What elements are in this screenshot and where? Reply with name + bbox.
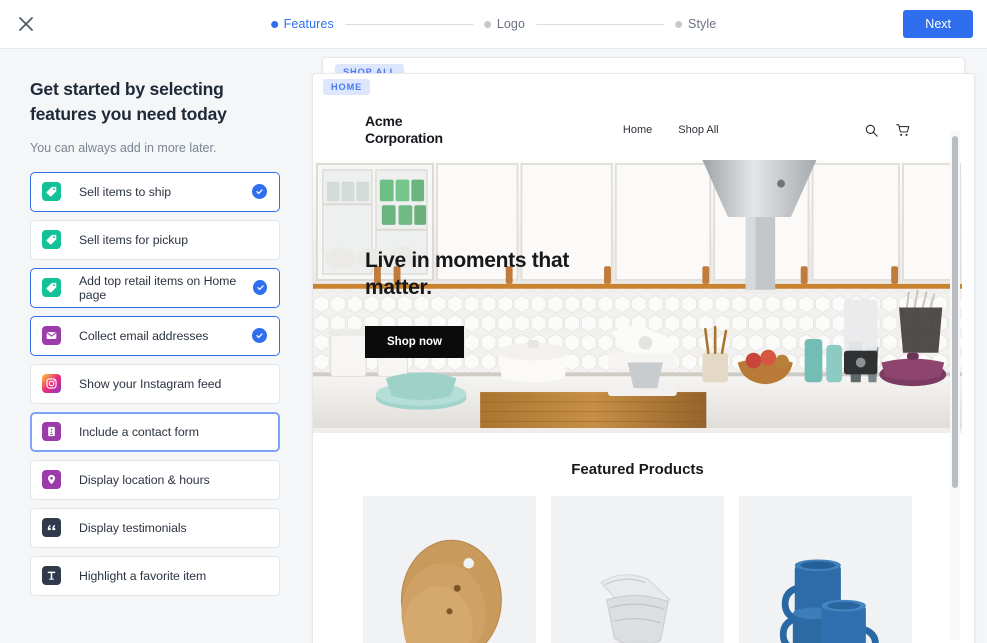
tag-icon (42, 182, 61, 202)
form-icon (42, 422, 61, 442)
site-preview-panel: SHOP ALL HOME Acme Corporation Home Shop… (310, 49, 987, 643)
feature-item-sell-items-to-ship[interactable]: Sell items to ship (30, 171, 280, 212)
feature-item-add-top-retail-items-on-home-page[interactable]: Add top retail items on Home page (30, 267, 280, 308)
product-image-bowls (551, 499, 724, 643)
feature-item-label: Show your Instagram feed (79, 376, 222, 391)
close-icon[interactable] (14, 12, 38, 36)
step-dot-style (675, 20, 683, 28)
step-dot-features (270, 20, 278, 28)
rendered-site: Acme Corporation Home Shop All Live in m… (313, 100, 962, 643)
step-dot-logo (483, 20, 491, 28)
step-label-style: Style (688, 17, 717, 31)
preview-right-gutter (977, 49, 987, 643)
product-card[interactable] (363, 496, 536, 643)
check-icon[interactable] (253, 280, 267, 296)
step-label-logo: Logo (496, 17, 526, 31)
step-connector-1 (344, 23, 473, 25)
sidebar: Get started by selecting features you ne… (0, 49, 310, 643)
feature-item-show-your-instagram-feed[interactable]: Show your Instagram feed (30, 363, 280, 404)
feature-item-label: Display location & hours (79, 472, 210, 487)
feature-item-collect-email-addresses[interactable]: Collect email addresses (30, 315, 280, 356)
site-logo: Acme Corporation (365, 113, 443, 146)
hero-title: Live in moments that matter. (365, 249, 570, 299)
feature-item-label: Display testimonials (79, 520, 187, 535)
step-features[interactable]: Features (270, 17, 334, 31)
feature-item-label: Add top retail items on Home page (79, 273, 237, 302)
product-grid (313, 478, 962, 643)
check-icon[interactable] (252, 328, 267, 344)
step-connector-2 (536, 23, 665, 25)
search-icon[interactable] (865, 124, 878, 137)
feature-item-display-location-hours[interactable]: Display location & hours (30, 459, 280, 500)
feature-item-highlight-a-favorite-item[interactable]: Highlight a favorite item (30, 555, 280, 596)
check-icon[interactable] (252, 184, 267, 200)
feature-list: Sell items to ship Sell items for pickup A… (30, 171, 280, 596)
tag-icon (42, 278, 61, 298)
featured-products-section: Featured Products (313, 433, 962, 643)
feature-item-label: Collect email addresses (79, 328, 209, 343)
page-title: Get started by selecting features you ne… (30, 79, 227, 125)
product-image-mugs (739, 499, 912, 643)
close-glyph (19, 17, 33, 31)
site-nav-shop-all[interactable]: Shop All (678, 124, 718, 136)
site-header: Acme Corporation Home Shop All (313, 100, 962, 160)
wizard-stepper: Features Logo Style (270, 17, 717, 31)
hero-copy: Live in moments that matter. Shop now (365, 248, 595, 358)
product-card[interactable] (551, 496, 724, 643)
top-bar: Features Logo Style Next (0, 0, 987, 49)
feature-item-label: Highlight a favorite item (79, 568, 207, 583)
wizard-window: Features Logo Style Next Get started by … (0, 0, 987, 643)
preview-card-home[interactable]: HOME Acme Corporation Home Shop All Live… (312, 73, 975, 643)
page-subtitle: You can always add in more later. (30, 140, 217, 155)
site-nav: Home Shop All (623, 124, 719, 136)
cart-icon[interactable] (896, 123, 910, 137)
location-pin-icon (42, 470, 61, 490)
step-label-features: Features (283, 17, 334, 31)
envelope-icon (42, 326, 61, 346)
site-nav-home[interactable]: Home (623, 124, 652, 136)
preview-scrollbar-thumb[interactable] (952, 136, 958, 488)
site-header-icons (865, 123, 910, 137)
preview-badge-home: HOME (323, 79, 371, 95)
wizard-body: Get started by selecting features you ne… (0, 49, 987, 643)
feature-item-display-testimonials[interactable]: Display testimonials (30, 507, 280, 548)
feature-item-sell-items-for-pickup[interactable]: Sell items for pickup (30, 219, 280, 260)
instagram-icon (42, 374, 61, 394)
feature-item-include-a-contact-form[interactable]: Include a contact form (30, 411, 280, 452)
brand-line-1: Acme (365, 113, 403, 130)
text-t-icon (42, 566, 61, 586)
tag-icon (42, 230, 61, 250)
brand-line-2: Corporation (365, 130, 443, 146)
quote-icon (42, 518, 61, 538)
feature-item-label: Sell items to ship (79, 184, 172, 199)
next-button[interactable]: Next (903, 10, 973, 38)
product-image-cutting-boards (363, 499, 536, 643)
featured-products-title: Featured Products (571, 461, 704, 478)
feature-item-label: Include a contact form (79, 424, 199, 439)
step-logo[interactable]: Logo (483, 17, 526, 31)
step-style[interactable]: Style (675, 17, 716, 31)
hero-cta-button[interactable]: Shop now (365, 325, 464, 358)
hero-section: Live in moments that matter. Shop now (313, 160, 962, 433)
product-card[interactable] (739, 496, 912, 643)
feature-item-label: Sell items for pickup (79, 232, 188, 247)
preview-scrollbar-track[interactable] (950, 130, 960, 640)
